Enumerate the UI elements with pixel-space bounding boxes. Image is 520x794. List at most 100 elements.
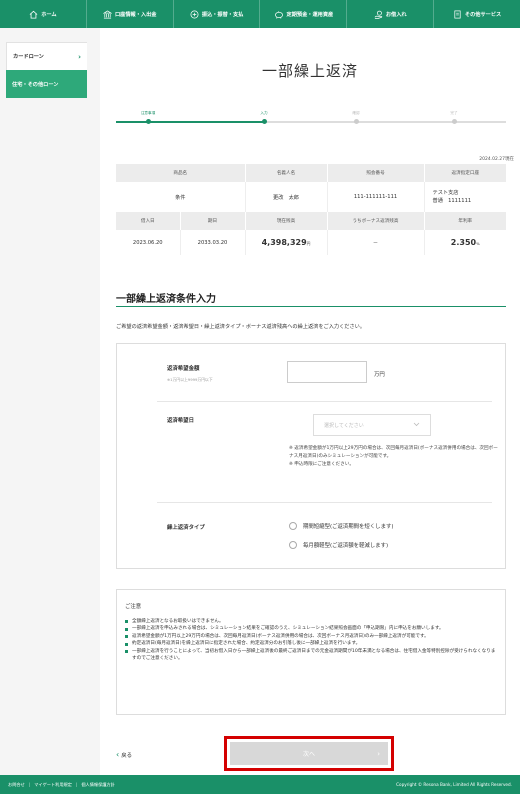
nav-transfer[interactable]: 振込・振替・支払 [174, 0, 261, 28]
table-header: うちボーナス返済残高 [327, 212, 425, 230]
sidebar-item-housing-loan[interactable]: 住宅・その他ローン [6, 70, 87, 98]
chevron-left-icon: ‹ [116, 750, 120, 759]
table-header: 商品名 [116, 164, 246, 182]
footer-links: お問合せ | マイゲート利用規定 | 個人情報保護方針 [8, 782, 115, 788]
note-item: ※ 申込時限にご注意ください。 [289, 462, 354, 467]
next-label: 次へ [302, 751, 315, 758]
nav-label: 振込・振替・支払 [201, 11, 244, 18]
radio-term-shortening[interactable]: 期間短縮型(ご返済期間を短くします) [289, 522, 393, 530]
table-header: 期日 [180, 212, 246, 230]
nav-label: 口座情報・入出金 [114, 11, 157, 18]
caution-item: 約定返済日(毎月返済日)を繰上返済日に指定された場合、約定返済分のお引落し後に一… [125, 640, 497, 647]
radio-label: 毎月額軽型(ご返済額を軽減します) [303, 543, 389, 549]
step-dot [262, 119, 267, 124]
section-title: 一部繰上返済条件入力 [116, 294, 216, 305]
sidebar-item-cardloan[interactable]: カードローン › [6, 42, 87, 70]
table-header: 名義人名 [245, 164, 328, 182]
back-label: 戻る [121, 752, 132, 759]
page-title: 一部繰上返済 [261, 62, 358, 80]
step-label: 注意事項 [140, 111, 156, 115]
step-label: 完了 [450, 111, 458, 115]
caution-list: 全額繰上返済となるお取扱いはできません。 一部繰上返済を申込みされる場合は、シミ… [125, 618, 497, 662]
loan-summary-table: 商品名 名義人名 照会番号 返済指定口座 条件 更改 太郎 111-111111… [116, 164, 507, 255]
date-label: 返済希望日 [167, 418, 194, 424]
nav-label: お借入れ [385, 11, 407, 18]
nav-label: その他サービス [464, 11, 502, 18]
date-notes: ※ 返済希望金額が1万円以上29万円の場合は、次回毎月返済日(ボーナス返済併用の… [289, 445, 499, 469]
section-instruction: ご希望の返済希望金額・返済希望日・繰上返済タイプ・ボーナス返済残高への繰上返済を… [116, 324, 366, 330]
step-label: 入力 [260, 111, 268, 115]
divider [157, 401, 492, 402]
nav-home[interactable]: ホーム [0, 0, 87, 28]
step-dot [354, 119, 359, 124]
next-button[interactable]: 次へ › [230, 742, 388, 765]
account-branch: テスト支店 [432, 190, 459, 196]
rate-value: 2.350 [450, 238, 477, 247]
footer-separator: | [28, 781, 31, 787]
chevron-right-icon: › [78, 52, 81, 61]
caution-box: ご注意 全額繰上返済となるお取扱いはできません。 一部繰上返済を申込みされる場合… [116, 589, 506, 715]
progress-steps [116, 119, 506, 124]
caution-item: 一部繰上返済を行うことによって、当初お借入日から一部繰上返済後の最終ご返済日まで… [125, 648, 497, 663]
radio-label: 期間短縮型(ご返済期間を短くします) [303, 524, 394, 530]
balance-unit: 円 [306, 241, 311, 246]
holder-name: 更改 太郎 [245, 182, 328, 212]
interest-rate: 2.350% [424, 230, 506, 255]
amount-label: 返済希望金額 [167, 366, 200, 372]
progress-fill [116, 121, 264, 123]
caution-title: ご注意 [125, 604, 142, 610]
footer-link-privacy[interactable]: 個人情報保護方針 [81, 782, 115, 788]
footer-link-contact[interactable]: お問合せ [8, 782, 25, 788]
divider [157, 502, 492, 503]
caution-item: 一部繰上返済を申込みされる場合は、シミュレーション結果をご確認のうえ、シミュレー… [125, 625, 497, 632]
current-balance: 4,398,329円 [245, 230, 328, 255]
copyright: Copyright © Resona Bank, Limited All Rig… [396, 782, 512, 787]
caution-item: 全額繰上返済となるお取扱いはできません。 [125, 618, 497, 625]
footer: お問合せ | マイゲート利用規定 | 個人情報保護方針 Copyright © … [0, 775, 520, 794]
radio-payment-reduction[interactable]: 毎月額軽型(ご返済額を軽減します) [289, 541, 388, 549]
repayment-account: テスト支店 普通 1111111 [424, 182, 506, 212]
amount-hint: ※1万円以上9999万円以下 [167, 377, 213, 382]
rate-unit: % [476, 241, 480, 246]
step-dot [452, 119, 457, 124]
account-number: 普通 1111111 [432, 198, 472, 204]
nav-label: ホーム [41, 11, 57, 18]
global-nav: ホーム 口座情報・入出金 振込・振替・支払 定期預金・運用資産 お借入れ その他… [0, 0, 520, 28]
borrow-date: 2023.06.20 [116, 230, 181, 255]
document-icon [453, 10, 462, 19]
prepayment-form: 返済希望金額 ※1万円以上9999万円以下 万円 返済希望日 選択してください … [116, 343, 506, 569]
loan-icon [374, 10, 383, 19]
date-select[interactable]: 選択してください [313, 414, 431, 436]
bank-icon [102, 9, 112, 19]
as-of-date: 2024.02.27現在 [479, 157, 514, 162]
transfer-icon [190, 10, 199, 19]
step-dot [146, 119, 151, 124]
radio-circle[interactable] [289, 522, 297, 530]
chevron-right-icon: › [377, 749, 380, 758]
footer-link-terms[interactable]: マイゲート利用規定 [34, 782, 72, 788]
table-header: 借入日 [116, 212, 181, 230]
amount-input[interactable] [287, 361, 367, 383]
back-button[interactable]: ‹ 戻る [116, 750, 132, 759]
date-select-placeholder: 選択してください [324, 422, 364, 429]
main-panel: 一部繰上返済 注意事項 入力 確認 完了 2024.02.27現在 商品名 名義… [100, 28, 520, 775]
nav-label: 定期預金・運用資産 [286, 11, 334, 18]
table-header: 現在残高 [245, 212, 328, 230]
piggy-icon [274, 10, 284, 19]
amount-unit: 万円 [374, 372, 385, 378]
table-header: 照会番号 [327, 164, 425, 182]
due-date: 2033.03.20 [180, 230, 246, 255]
note-item: ※ 返済希望金額が1万円以上29万円の場合は、次回毎月返済日(ボーナス返済併用の… [289, 446, 498, 459]
section-divider [116, 306, 506, 307]
nav-loan[interactable]: お借入れ [347, 0, 435, 28]
nav-account[interactable]: 口座情報・入出金 [87, 0, 174, 28]
radio-circle[interactable] [289, 541, 297, 549]
step-label: 確認 [352, 111, 360, 115]
footer-separator: | [75, 781, 78, 787]
table-header: 年利率 [424, 212, 507, 230]
sidebar-item-label: 住宅・その他ローン [12, 81, 59, 88]
nav-deposit[interactable]: 定期預金・運用資産 [260, 0, 348, 28]
home-icon [29, 10, 38, 19]
chevron-down-icon [413, 422, 420, 429]
nav-other[interactable]: その他サービス [434, 0, 520, 28]
